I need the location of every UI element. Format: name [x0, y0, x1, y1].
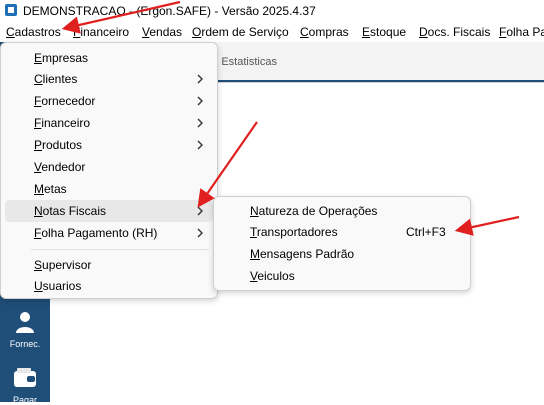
menu-separator: [31, 249, 209, 250]
submenu-item-natureza-operacoes[interactable]: Natureza de Operações: [218, 200, 466, 222]
supplier-icon: [16, 312, 34, 333]
app-icon: [5, 4, 17, 16]
window-title: DEMONSTRACAO - (Ergon.SAFE) - Versão 202…: [23, 4, 316, 18]
submenu-item-veiculos[interactable]: Veiculos: [218, 265, 466, 287]
menu-item-label: Clientes: [34, 72, 78, 86]
chevron-right-icon: [197, 228, 203, 238]
submenu-item-label: Natureza de Operações: [250, 204, 378, 218]
menu-item-label: Folha Pagamento (RH): [34, 226, 158, 240]
chevron-right-icon: [197, 206, 203, 216]
title-bar: DEMONSTRACAO - (Ergon.SAFE) - Versão 202…: [0, 0, 544, 22]
chevron-right-icon: [197, 74, 203, 84]
menu-item-empresas[interactable]: Empresas: [5, 47, 213, 69]
submenu-item-label: Transportadores: [250, 225, 338, 239]
menu-ordem-servico[interactable]: Ordem de Serviço: [192, 25, 289, 39]
menu-docs-fiscais[interactable]: Docs. Fiscais: [419, 25, 490, 39]
menu-item-supervisor[interactable]: Supervisor: [5, 254, 213, 276]
menu-item-label: Supervisor: [34, 258, 92, 272]
menu-item-folha-pagamento[interactable]: Folha Pagamento (RH): [5, 222, 213, 244]
menu-compras[interactable]: Compras: [300, 25, 349, 39]
menu-item-label: Usuarios: [34, 279, 82, 293]
menu-bar: Cadastros Financeiro Vendas Ordem de Ser…: [0, 22, 544, 42]
sidebar-pagar-button[interactable]: Pagar: [0, 366, 50, 405]
menu-financeiro[interactable]: Financeiro: [73, 25, 129, 39]
submenu-item-label: Mensagens Padrão: [250, 247, 355, 261]
menu-folha[interactable]: Folha Pa: [499, 25, 544, 39]
menu-item-label: Empresas: [34, 51, 89, 65]
menu-item-vendedor[interactable]: Vendedor: [5, 156, 213, 178]
sidebar-pagar-label: Pagar: [12, 395, 38, 405]
chevron-right-icon: [197, 96, 203, 106]
menu-estoque[interactable]: Estoque: [362, 25, 406, 39]
menu-item-label: Produtos: [34, 138, 83, 152]
shortcut-label: Ctrl+F3: [406, 225, 446, 239]
menu-item-clientes[interactable]: Clientes: [5, 68, 213, 90]
notas-fiscais-submenu: Natureza de Operações Transportadores Ct…: [213, 196, 471, 291]
menu-item-notas-fiscais[interactable]: Notas Fiscais: [5, 200, 213, 222]
menu-item-metas[interactable]: Metas: [5, 178, 213, 200]
menu-item-label: Metas: [34, 182, 67, 196]
menu-item-fornecedor[interactable]: Fornecedor: [5, 90, 213, 112]
wallet-icon: [14, 368, 36, 387]
menu-item-financeiro[interactable]: Financeiro: [5, 112, 213, 134]
menu-item-label: Fornecedor: [34, 94, 96, 108]
menu-item-label: Financeiro: [34, 116, 91, 130]
submenu-item-transportadores[interactable]: Transportadores Ctrl+F3: [218, 221, 466, 243]
sidebar-fornecedor-button[interactable]: Fornec.: [0, 310, 50, 349]
submenu-item-label: Veiculos: [250, 269, 295, 283]
chevron-right-icon: [197, 118, 203, 128]
sidebar-fornecedor-label: Fornec.: [9, 339, 41, 349]
chevron-right-icon: [197, 140, 203, 150]
cadastros-menu: Empresas Clientes Fornecedor Financeiro …: [0, 42, 218, 299]
menu-item-label: Notas Fiscais: [34, 204, 107, 218]
menu-vendas[interactable]: Vendas: [142, 25, 182, 39]
menu-item-produtos[interactable]: Produtos: [5, 134, 213, 156]
submenu-item-mensagens-padrao[interactable]: Mensagens Padrão: [218, 243, 466, 265]
menu-item-label: Vendedor: [34, 160, 86, 174]
menu-cadastros[interactable]: Cadastros: [6, 25, 61, 39]
menu-item-usuarios[interactable]: Usuarios: [5, 275, 213, 297]
